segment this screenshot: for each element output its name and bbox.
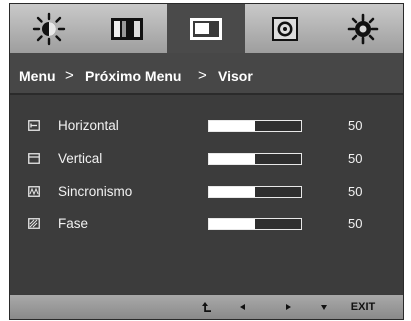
audio-disc-icon: [272, 16, 298, 41]
row-horizontal[interactable]: Horizontal 50: [10, 114, 403, 138]
row-fase[interactable]: Fase 50: [10, 212, 403, 236]
breadcrumb-next-menu: Próximo Menu: [85, 68, 182, 84]
down-button[interactable]: [313, 295, 335, 319]
bottom-nav-bar: EXIT: [10, 295, 403, 319]
fase-slider[interactable]: [208, 218, 302, 230]
row-vertical[interactable]: Vertical 50: [10, 147, 403, 171]
vertical-position-icon: [28, 153, 40, 164]
settings-gear-icon: [347, 13, 379, 44]
vertical-slider[interactable]: [208, 153, 302, 165]
breadcrumb: Menu > Próximo Menu > Visor: [10, 53, 403, 95]
slider-fill: [209, 187, 255, 197]
tab-display[interactable]: [167, 4, 245, 54]
row-label: Vertical: [58, 151, 103, 166]
row-value: 50: [348, 118, 363, 133]
slider-fill: [209, 121, 255, 131]
tab-bar: [10, 4, 403, 54]
down-arrow-icon: [321, 305, 327, 310]
display-position-icon: [190, 17, 222, 40]
clock-sync-icon: [28, 186, 40, 197]
sincronismo-slider[interactable]: [208, 186, 302, 198]
right-arrow-icon: [286, 304, 291, 310]
tab-color[interactable]: [88, 4, 166, 53]
phase-icon: [28, 218, 40, 229]
row-value: 50: [348, 184, 363, 199]
right-button[interactable]: [277, 295, 299, 319]
exit-button[interactable]: EXIT: [343, 295, 383, 319]
row-value: 50: [348, 216, 363, 231]
breadcrumb-menu: Menu: [19, 68, 56, 84]
row-label: Fase: [58, 216, 89, 231]
picture-brightness-icon: [32, 12, 66, 45]
row-sincronismo[interactable]: Sincronismo 50: [10, 180, 403, 204]
tab-audio[interactable]: [246, 4, 324, 53]
slider-fill: [209, 154, 255, 164]
breadcrumb-separator: >: [65, 67, 74, 84]
settings-panel: Horizontal 50 Vertical 50 Sincronismo 50: [10, 95, 403, 294]
row-value: 50: [348, 151, 363, 166]
tab-settings[interactable]: [324, 4, 402, 53]
slider-fill: [209, 219, 255, 229]
left-button[interactable]: [232, 295, 254, 319]
breadcrumb-current: Visor: [218, 68, 253, 84]
horizontal-slider[interactable]: [208, 120, 302, 132]
tab-picture[interactable]: [10, 4, 88, 53]
left-arrow-icon: [240, 304, 245, 310]
return-icon: [202, 302, 211, 312]
color-settings-icon: [111, 17, 143, 40]
osd-window: Menu > Próximo Menu > Visor Horizontal 5…: [9, 3, 404, 320]
row-label: Sincronismo: [58, 184, 133, 199]
row-label: Horizontal: [58, 118, 119, 133]
back-button[interactable]: [196, 295, 218, 319]
horizontal-position-icon: [28, 120, 40, 131]
breadcrumb-separator: >: [198, 67, 207, 84]
